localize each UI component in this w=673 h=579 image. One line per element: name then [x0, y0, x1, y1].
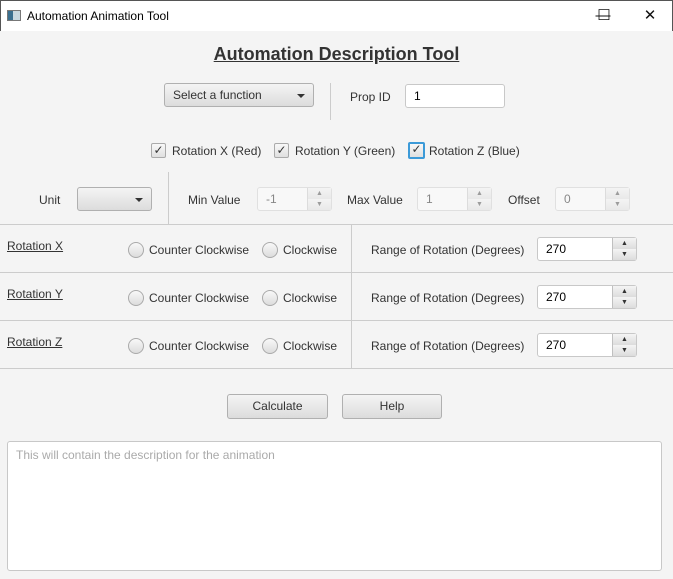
max-value: 1	[426, 192, 433, 206]
rotation-z-checkbox-label: Rotation Z (Blue)	[429, 144, 520, 158]
rotation-x-ccw-radio[interactable]	[128, 242, 144, 258]
increment-button[interactable]: ▲	[612, 334, 636, 345]
increment-button[interactable]: ▲	[612, 238, 636, 249]
increment-button[interactable]: ▲	[307, 188, 331, 199]
rotation-x-range-value: 270	[546, 242, 567, 256]
chevron-down-icon	[135, 198, 143, 202]
divider	[168, 172, 169, 224]
decrement-button[interactable]: ▼	[605, 199, 629, 210]
close-button[interactable]: ✕	[635, 5, 665, 27]
rotation-z-ccw-radio[interactable]	[128, 338, 144, 354]
offset-label: Offset	[508, 193, 540, 207]
rotation-y-ccw-radio[interactable]	[128, 290, 144, 306]
rotation-z-range-value: 270	[546, 338, 567, 352]
rotation-y-checkbox-label: Rotation Y (Green)	[295, 144, 396, 158]
rotation-x-range-label: Range of Rotation (Degrees)	[371, 243, 525, 257]
divider	[0, 368, 673, 369]
rotation-z-cw-radio[interactable]	[262, 338, 278, 354]
rotation-x-range-spinner[interactable]: 270 ▲ ▼	[537, 237, 637, 261]
help-button[interactable]: Help	[342, 394, 442, 419]
page-title: Automation Description Tool	[213, 44, 460, 64]
max-value-spinner[interactable]: 1 ▲ ▼	[417, 187, 492, 211]
rotation-y-range-spinner[interactable]: 270 ▲ ▼	[537, 285, 637, 309]
increment-button[interactable]: ▲	[467, 188, 491, 199]
rotation-x-ccw-label: Counter Clockwise	[149, 243, 250, 257]
rotation-y-ccw-label: Counter Clockwise	[149, 291, 250, 305]
rotation-y-cw-radio[interactable]	[262, 290, 278, 306]
rotation-z-checkbox[interactable]: ✓	[408, 142, 425, 159]
window-title: Automation Animation Tool	[27, 9, 169, 23]
calculate-button[interactable]: Calculate	[227, 394, 328, 419]
prop-id-label: Prop ID	[350, 90, 391, 104]
rotation-z-cw-label: Clockwise	[283, 339, 338, 353]
max-value-label: Max Value	[347, 193, 403, 207]
unit-select[interactable]	[77, 187, 152, 211]
divider	[0, 224, 673, 225]
increment-button[interactable]: ▲	[605, 188, 629, 199]
prop-id-input[interactable]: 1	[405, 84, 505, 108]
rotation-z-ccw-label: Counter Clockwise	[149, 339, 250, 353]
rotation-x-checkbox[interactable]: ✓	[151, 143, 166, 158]
rotation-y-link[interactable]: Rotation Y	[7, 287, 63, 301]
rotation-y-range-value: 270	[546, 290, 567, 304]
divider	[0, 272, 673, 273]
rotation-x-checkbox-label: Rotation X (Red)	[172, 144, 262, 158]
divider	[330, 83, 331, 120]
divider	[351, 224, 352, 368]
rotation-x-cw-radio[interactable]	[262, 242, 278, 258]
min-value-spinner[interactable]: -1 ▲ ▼	[257, 187, 332, 211]
rotation-x-link[interactable]: Rotation X	[7, 239, 63, 253]
decrement-button[interactable]: ▼	[612, 249, 636, 260]
decrement-button[interactable]: ▼	[467, 199, 491, 210]
decrement-button[interactable]: ▼	[612, 345, 636, 356]
increment-button[interactable]: ▲	[612, 286, 636, 297]
title-bar: Automation Animation Tool — ☐ ✕	[0, 0, 673, 31]
app-icon	[7, 10, 21, 21]
maximize-button[interactable]: ☐	[589, 5, 619, 27]
rotation-x-cw-label: Clockwise	[283, 243, 338, 257]
function-select[interactable]: Select a function	[164, 83, 314, 107]
rotation-y-cw-label: Clockwise	[283, 291, 338, 305]
min-value: -1	[266, 192, 277, 206]
offset-value: 0	[564, 192, 571, 206]
offset-spinner[interactable]: 0 ▲ ▼	[555, 187, 630, 211]
unit-label: Unit	[39, 193, 61, 207]
rotation-z-link[interactable]: Rotation Z	[7, 335, 62, 349]
description-textarea[interactable]	[7, 441, 662, 571]
function-select-value: Select a function	[173, 88, 262, 102]
divider	[0, 320, 673, 321]
decrement-button[interactable]: ▼	[612, 297, 636, 308]
rotation-z-range-label: Range of Rotation (Degrees)	[371, 339, 525, 353]
min-value-label: Min Value	[188, 193, 241, 207]
chevron-down-icon	[297, 94, 305, 98]
rotation-y-checkbox[interactable]: ✓	[274, 143, 289, 158]
rotation-y-range-label: Range of Rotation (Degrees)	[371, 291, 525, 305]
rotation-z-range-spinner[interactable]: 270 ▲ ▼	[537, 333, 637, 357]
decrement-button[interactable]: ▼	[307, 199, 331, 210]
